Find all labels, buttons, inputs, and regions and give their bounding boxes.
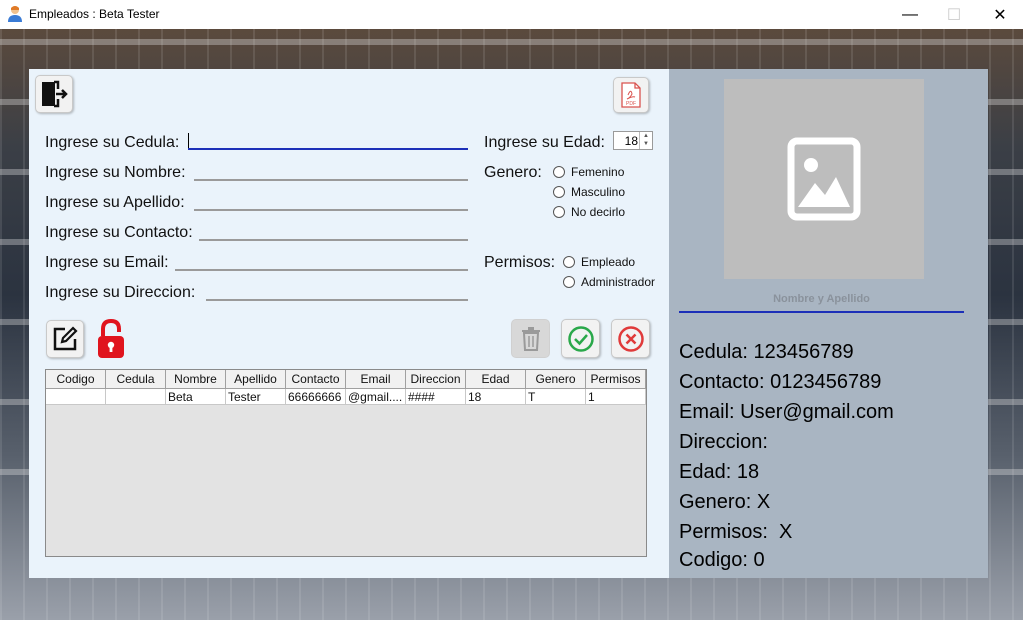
radio-circle[interactable]: [563, 256, 575, 268]
profile-direccion: Direccion:: [679, 431, 768, 453]
x-circle-icon: [617, 325, 644, 352]
table-cell[interactable]: [46, 389, 106, 405]
svg-text:PDF: PDF: [626, 101, 636, 107]
column-header[interactable]: Nombre: [166, 370, 226, 389]
permisos-label: Permisos:: [484, 254, 556, 271]
profile-contacto: Contacto: 0123456789: [679, 371, 882, 393]
profile-cedula: Cedula: 123456789: [679, 341, 854, 363]
minimize-button[interactable]: —: [887, 0, 933, 29]
contacto-field[interactable]: [199, 239, 468, 241]
unlock-icon[interactable]: [95, 318, 127, 360]
table-cell[interactable]: @gmail....: [346, 389, 406, 405]
name-label: Nombre y Apellido: [773, 293, 870, 305]
email-label: Ingrese su Email:: [45, 254, 169, 271]
nombre-label: Ingrese su Nombre:: [45, 164, 186, 181]
table-cell[interactable]: T: [526, 389, 586, 405]
spinner-arrows[interactable]: ▲ ▼: [639, 132, 652, 149]
close-window-button[interactable]: ✕: [977, 0, 1023, 29]
maximize-button: ☐: [946, 6, 962, 24]
radio-circle[interactable]: [553, 206, 565, 218]
cedula-label: Ingrese su Cedula:: [45, 134, 180, 151]
table-cell[interactable]: 1: [586, 389, 646, 405]
cancel-button[interactable]: [611, 319, 650, 358]
edad-spinner[interactable]: 18 ▲ ▼: [613, 131, 653, 150]
edit-button[interactable]: [46, 320, 84, 358]
profile-genero: Genero: X: [679, 491, 771, 513]
table-cell[interactable]: Beta: [166, 389, 226, 405]
radio-femenino[interactable]: Femenino: [553, 165, 624, 179]
profile-edad: Edad: 18: [679, 461, 760, 483]
text-caret: [188, 133, 189, 149]
genero-label: Genero:: [484, 164, 542, 181]
column-header[interactable]: Permisos: [586, 370, 646, 389]
contacto-label: Ingrese su Contacto:: [45, 224, 193, 241]
edit-icon: [53, 326, 78, 351]
apellido-field[interactable]: [194, 209, 468, 211]
pdf-icon: PDF: [621, 82, 641, 108]
table-cell[interactable]: 18: [466, 389, 526, 405]
radio-label: Empleado: [581, 255, 636, 269]
delete-button[interactable]: [511, 319, 550, 358]
column-header[interactable]: Genero: [526, 370, 586, 389]
column-header[interactable]: Cedula: [106, 370, 166, 389]
radio-administrador[interactable]: Administrador: [563, 275, 655, 289]
radio-circle[interactable]: [563, 276, 575, 288]
name-underline: [679, 311, 964, 313]
trash-icon: [521, 326, 540, 351]
radio-label: Femenino: [571, 165, 625, 179]
table-cell[interactable]: [106, 389, 166, 405]
column-header[interactable]: Email: [346, 370, 406, 389]
profile-photo[interactable]: [724, 79, 924, 279]
edad-label: Ingrese su Edad:: [484, 134, 605, 151]
nombre-field[interactable]: [194, 179, 468, 181]
edad-value: 18: [624, 134, 638, 148]
table-cell[interactable]: ####: [406, 389, 466, 405]
table-cell[interactable]: Tester: [226, 389, 286, 405]
column-header[interactable]: Codigo: [46, 370, 106, 389]
table-header: Codigo Cedula Nombre Apellido Contacto E…: [46, 370, 646, 389]
email-field[interactable]: [175, 269, 468, 271]
image-placeholder-icon: [787, 137, 861, 221]
window-title: Empleados : Beta Tester: [29, 7, 160, 21]
radio-label: No decirlo: [571, 205, 626, 219]
column-header[interactable]: Edad: [466, 370, 526, 389]
radio-label: Masculino: [571, 185, 626, 199]
exit-door-icon: [42, 80, 68, 108]
title-bar: Empleados : Beta Tester — ☐ ✕: [0, 0, 1023, 29]
radio-empleado[interactable]: Empleado: [563, 255, 635, 269]
confirm-button[interactable]: [561, 319, 600, 358]
employees-table[interactable]: Codigo Cedula Nombre Apellido Contacto E…: [45, 369, 647, 557]
profile-permisos: Permisos: X: [679, 521, 793, 543]
column-header[interactable]: Direccion: [406, 370, 466, 389]
cedula-field[interactable]: [188, 148, 468, 150]
radio-circle[interactable]: [553, 166, 565, 178]
direccion-field[interactable]: [206, 299, 468, 301]
exit-button[interactable]: [35, 75, 73, 113]
table-row[interactable]: Beta Tester 66666666 @gmail.... #### 18 …: [46, 389, 646, 405]
pdf-button[interactable]: PDF: [613, 77, 649, 113]
radio-no-decirlo[interactable]: No decirlo: [553, 205, 625, 219]
direccion-label: Ingrese su Direccion:: [45, 284, 196, 301]
table-cell[interactable]: 66666666: [286, 389, 346, 405]
column-header[interactable]: Contacto: [286, 370, 346, 389]
user-app-icon: [8, 6, 22, 22]
column-header[interactable]: Apellido: [226, 370, 286, 389]
profile-email: Email: User@gmail.com: [679, 401, 894, 423]
apellido-label: Ingrese su Apellido:: [45, 194, 185, 211]
radio-circle[interactable]: [553, 186, 565, 198]
check-circle-icon: [567, 325, 594, 352]
radio-masculino[interactable]: Masculino: [553, 185, 625, 199]
profile-codigo: Codigo: 0: [679, 549, 765, 571]
radio-label: Administrador: [581, 275, 656, 289]
